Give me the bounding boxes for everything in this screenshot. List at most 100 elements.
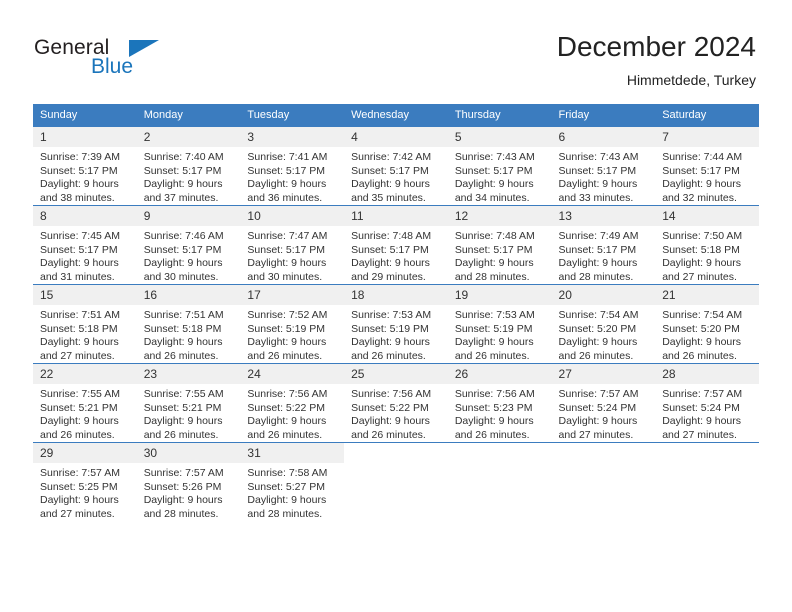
daylight-text-line1: Daylight: 9 hours (40, 257, 119, 269)
sunset-text: Sunset: 5:17 PM (40, 164, 118, 177)
page-subtitle: Himmetdede, Turkey (626, 72, 756, 88)
sunset-text: Sunset: 5:19 PM (454, 322, 533, 335)
day-details: Sunrise: 7:57 AM Sunset: 5:26 PM Daylight:… (137, 463, 241, 521)
sunset-text: Sunset: 5:17 PM (351, 164, 429, 177)
calendar-day-cell[interactable]: 19 Sunrise: 7:53 AM Sunset: 5:19 PM Dayligh… (447, 284, 552, 364)
day-number: 31 (240, 443, 345, 463)
calendar-day-cell[interactable]: 16 Sunrise: 7:51 AM Sunset: 5:18 PM Dayligh… (136, 284, 241, 364)
day-details: Sunrise: 7:51 AM Sunset: 5:18 PM Daylight:… (33, 305, 137, 363)
calendar-day-cell[interactable]: 10 Sunrise: 7:47 AM Sunset: 5:17 PM Dayligh… (240, 205, 345, 285)
calendar-day-cell[interactable]: 1 Sunrise: 7:39 AM Sunset: 5:17 PM Daylight… (33, 126, 137, 206)
calendar-empty-cell (551, 442, 656, 521)
daylight-text-line1: Daylight: 9 hours (351, 257, 430, 269)
calendar-empty-cell (344, 442, 448, 521)
calendar-day-cell[interactable]: 27 Sunrise: 7:57 AM Sunset: 5:24 PM Dayligh… (551, 363, 656, 443)
day-number (551, 443, 656, 463)
day-details: Sunrise: 7:43 AM Sunset: 5:17 PM Daylight:… (448, 147, 552, 205)
calendar-day-cell[interactable]: 11 Sunrise: 7:48 AM Sunset: 5:17 PM Dayligh… (344, 205, 448, 285)
day-details: Sunrise: 7:51 AM Sunset: 5:18 PM Daylight:… (137, 305, 241, 363)
daylight-text-line2: and 33 minutes. (558, 191, 634, 204)
daylight-text-line1: Daylight: 9 hours (143, 178, 223, 190)
daylight-text-line2: and 30 minutes. (247, 270, 323, 283)
calendar-day-cell[interactable]: 20 Sunrise: 7:54 AM Sunset: 5:20 PM Dayligh… (551, 284, 656, 364)
calendar-day-cell[interactable]: 22 Sunrise: 7:55 AM Sunset: 5:21 PM Dayligh… (33, 363, 137, 443)
general-blue-logo[interactable]: General Blue (34, 36, 214, 86)
day-details (655, 463, 759, 467)
sunset-text: Sunset: 5:20 PM (662, 322, 740, 335)
calendar-day-cell[interactable]: 30 Sunrise: 7:57 AM Sunset: 5:26 PM Dayligh… (136, 442, 241, 521)
calendar-day-cell[interactable]: 2 Sunrise: 7:40 AM Sunset: 5:17 PM Daylight… (136, 126, 241, 206)
weekday-header-monday: Monday (136, 104, 241, 127)
calendar-day-cell[interactable]: 14 Sunrise: 7:50 AM Sunset: 5:18 PM Dayligh… (655, 205, 759, 285)
sunrise-text: Sunrise: 7:53 AM (454, 309, 535, 321)
calendar-day-cell[interactable]: 8 Sunrise: 7:45 AM Sunset: 5:17 PM Daylight… (33, 205, 137, 285)
weekday-header-friday: Friday (551, 104, 656, 127)
sunset-text: Sunset: 5:17 PM (454, 164, 533, 177)
sunset-text: Sunset: 5:24 PM (558, 401, 637, 414)
calendar-day-cell[interactable]: 28 Sunrise: 7:57 AM Sunset: 5:24 PM Dayligh… (655, 363, 759, 443)
calendar-day-cell[interactable]: 17 Sunrise: 7:52 AM Sunset: 5:19 PM Dayligh… (240, 284, 345, 364)
calendar-day-cell[interactable]: 25 Sunrise: 7:56 AM Sunset: 5:22 PM Dayligh… (344, 363, 448, 443)
sunrise-text: Sunrise: 7:51 AM (143, 309, 224, 321)
day-details: Sunrise: 7:54 AM Sunset: 5:20 PM Daylight:… (655, 305, 759, 363)
calendar-day-cell[interactable]: 21 Sunrise: 7:54 AM Sunset: 5:20 PM Dayligh… (655, 284, 759, 364)
calendar-day-cell[interactable]: 3 Sunrise: 7:41 AM Sunset: 5:17 PM Daylight… (240, 126, 345, 206)
calendar-day-cell[interactable]: 4 Sunrise: 7:42 AM Sunset: 5:17 PM Daylight… (344, 126, 448, 206)
daylight-text-line2: and 28 minutes. (143, 507, 219, 520)
daylight-text-line2: and 30 minutes. (143, 270, 219, 283)
daylight-text-line2: and 29 minutes. (351, 270, 426, 283)
day-number: 6 (551, 127, 656, 147)
day-number: 2 (136, 127, 241, 147)
daylight-text-line1: Daylight: 9 hours (143, 336, 223, 348)
calendar-day-cell[interactable]: 29 Sunrise: 7:57 AM Sunset: 5:25 PM Dayligh… (33, 442, 137, 521)
sunset-text: Sunset: 5:24 PM (662, 401, 740, 414)
daylight-text-line1: Daylight: 9 hours (247, 494, 327, 506)
day-number: 21 (655, 285, 759, 305)
sunrise-text: Sunrise: 7:50 AM (662, 230, 743, 242)
day-details: Sunrise: 7:39 AM Sunset: 5:17 PM Daylight:… (33, 147, 137, 205)
calendar-day-cell[interactable]: 5 Sunrise: 7:43 AM Sunset: 5:17 PM Daylight… (447, 126, 552, 206)
sunrise-text: Sunrise: 7:57 AM (662, 388, 743, 400)
sunset-text: Sunset: 5:26 PM (143, 480, 222, 493)
calendar-day-cell[interactable]: 23 Sunrise: 7:55 AM Sunset: 5:21 PM Dayligh… (136, 363, 241, 443)
sunset-text: Sunset: 5:19 PM (247, 322, 326, 335)
daylight-text-line2: and 26 minutes. (247, 349, 323, 362)
calendar-day-cell[interactable]: 6 Sunrise: 7:43 AM Sunset: 5:17 PM Daylight… (551, 126, 656, 206)
sunrise-text: Sunrise: 7:56 AM (454, 388, 535, 400)
calendar-day-cell[interactable]: 24 Sunrise: 7:56 AM Sunset: 5:22 PM Dayligh… (240, 363, 345, 443)
sunrise-text: Sunrise: 7:51 AM (40, 309, 120, 321)
daylight-text-line1: Daylight: 9 hours (40, 415, 119, 427)
sunset-text: Sunset: 5:18 PM (143, 322, 222, 335)
day-details: Sunrise: 7:57 AM Sunset: 5:24 PM Daylight:… (655, 384, 759, 442)
day-details: Sunrise: 7:47 AM Sunset: 5:17 PM Daylight:… (240, 226, 344, 284)
weekday-header-wednesday: Wednesday (344, 104, 448, 127)
day-number: 9 (136, 206, 241, 226)
calendar-day-cell[interactable]: 13 Sunrise: 7:49 AM Sunset: 5:17 PM Dayligh… (551, 205, 656, 285)
day-details: Sunrise: 7:40 AM Sunset: 5:17 PM Daylight:… (137, 147, 241, 205)
daylight-text-line2: and 28 minutes. (558, 270, 634, 283)
sunrise-text: Sunrise: 7:57 AM (143, 467, 224, 479)
calendar-week-row: 15 Sunrise: 7:51 AM Sunset: 5:18 PM Dayligh… (33, 284, 759, 364)
calendar-day-cell[interactable]: 9 Sunrise: 7:46 AM Sunset: 5:17 PM Daylight… (136, 205, 241, 285)
calendar-day-cell[interactable]: 15 Sunrise: 7:51 AM Sunset: 5:18 PM Dayligh… (33, 284, 137, 364)
sunrise-text: Sunrise: 7:44 AM (662, 151, 743, 163)
daylight-text-line1: Daylight: 9 hours (40, 336, 119, 348)
day-details: Sunrise: 7:53 AM Sunset: 5:19 PM Daylight:… (448, 305, 552, 363)
sunset-text: Sunset: 5:19 PM (351, 322, 429, 335)
daylight-text-line2: and 26 minutes. (247, 428, 323, 441)
daylight-text-line1: Daylight: 9 hours (143, 415, 223, 427)
calendar-day-cell[interactable]: 26 Sunrise: 7:56 AM Sunset: 5:23 PM Dayligh… (447, 363, 552, 443)
day-details: Sunrise: 7:56 AM Sunset: 5:22 PM Daylight:… (240, 384, 344, 442)
day-number: 30 (136, 443, 241, 463)
calendar-day-cell[interactable]: 7 Sunrise: 7:44 AM Sunset: 5:17 PM Daylight… (655, 126, 759, 206)
calendar-day-cell[interactable]: 12 Sunrise: 7:48 AM Sunset: 5:17 PM Dayligh… (447, 205, 552, 285)
daylight-text-line1: Daylight: 9 hours (40, 178, 119, 190)
sunrise-text: Sunrise: 7:41 AM (247, 151, 328, 163)
day-number: 24 (240, 364, 345, 384)
day-number: 25 (344, 364, 448, 384)
weekday-header-tuesday: Tuesday (240, 104, 345, 127)
calendar-day-cell[interactable]: 18 Sunrise: 7:53 AM Sunset: 5:19 PM Dayligh… (344, 284, 448, 364)
calendar-day-cell[interactable]: 31 Sunrise: 7:58 AM Sunset: 5:27 PM Dayligh… (240, 442, 345, 521)
daylight-text-line1: Daylight: 9 hours (351, 178, 430, 190)
sunrise-text: Sunrise: 7:39 AM (40, 151, 120, 163)
